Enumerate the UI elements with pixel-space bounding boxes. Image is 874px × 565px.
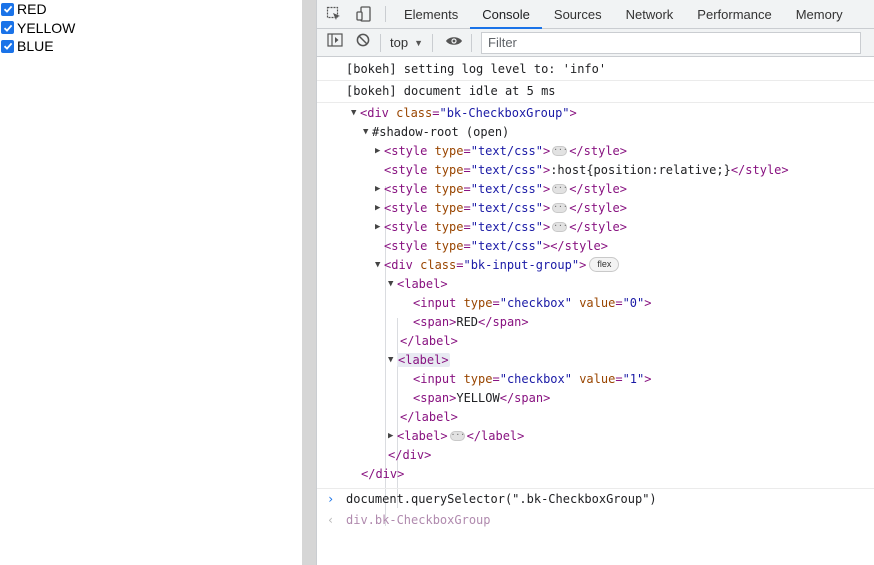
filter-input[interactable] — [481, 31, 861, 54]
checkbox-row-yellow[interactable]: YELLOW — [0, 19, 302, 38]
checkbox-label-blue: BLUE — [17, 38, 54, 55]
checkbox-label-yellow: YELLOW — [17, 19, 76, 36]
inspect-element-icon[interactable] — [319, 0, 349, 28]
eye-icon — [445, 34, 463, 52]
console-command: document.querySelector(".bk-CheckboxGrou… — [346, 492, 657, 506]
span-red-text: RED — [456, 314, 479, 329]
tab-sources-label: Sources — [553, 6, 602, 22]
panel-resize-divider[interactable] — [302, 0, 316, 565]
tree-node-input-yellow[interactable]: <input type = "checkbox" value = "1" > — [413, 369, 651, 388]
tree-node-label-yellow[interactable]: ▼ <label> — [388, 350, 450, 369]
ellipsis-icon[interactable]: ··· — [552, 202, 568, 213]
tree-node-input-group[interactable]: ▼ <div class = "bk-input-group" > flex — [375, 255, 620, 274]
tree-node-label-red[interactable]: ▼ <label> — [388, 274, 448, 293]
tree-node-style[interactable]: ▶ <style type = "text/css" > ··· </style> — [375, 198, 627, 217]
tree-node-label-blue[interactable]: ▶ <label> ··· </label> — [388, 426, 524, 445]
expand-arrow-icon[interactable]: ▶ — [388, 431, 397, 441]
console-sidebar-toggle[interactable] — [321, 29, 349, 57]
ellipsis-icon[interactable]: ··· — [552, 145, 568, 156]
clear-console-icon — [356, 33, 370, 52]
console-message: [bokeh] setting log level to: 'info' — [317, 58, 874, 81]
page-viewport: RED YELLOW BLUE — [0, 0, 302, 565]
toolbar-separator — [432, 33, 433, 52]
execution-context-value: top — [390, 35, 409, 50]
console-output: [bokeh] setting log level to: 'info' [bo… — [317, 58, 874, 565]
toolbar-separator — [380, 33, 381, 52]
tree-node-label-close[interactable]: </label> — [400, 331, 458, 350]
checkbox-yellow[interactable] — [1, 21, 14, 35]
expand-arrow-icon[interactable]: ▼ — [363, 127, 372, 137]
tree-node-shadow-root[interactable]: ▼ #shadow-root (open) — [363, 122, 509, 141]
tab-sources[interactable]: Sources — [542, 0, 614, 28]
expand-arrow-icon[interactable]: ▶ — [375, 222, 384, 232]
chevron-down-icon: ▼ — [414, 37, 423, 48]
expand-arrow-icon[interactable]: ▼ — [388, 355, 397, 365]
expand-arrow-icon[interactable]: ▼ — [351, 108, 360, 118]
tab-elements[interactable]: Elements — [392, 0, 470, 28]
execution-context-select[interactable]: top ▼ — [384, 35, 429, 50]
expand-arrow-icon[interactable]: ▶ — [375, 203, 384, 213]
live-expression-button[interactable] — [440, 29, 468, 57]
tab-performance[interactable]: Performance — [685, 0, 783, 28]
tab-console-label: Console — [482, 6, 530, 22]
checkbox-group: RED YELLOW BLUE — [0, 0, 302, 56]
device-toolbar-icon[interactable] — [349, 0, 379, 28]
tab-elements-label: Elements — [404, 6, 459, 22]
console-toolbar: top ▼ — [317, 29, 874, 57]
tree-node-style-host[interactable]: <style type = "text/css" >:host{position:re… — [384, 160, 789, 179]
tab-console[interactable]: Console — [470, 0, 542, 29]
console-result[interactable]: ‹ div.bk-CheckboxGroup — [317, 510, 874, 529]
tree-node-input-red[interactable]: <input type = "checkbox" value = "0" > — [413, 293, 651, 312]
tree-node-style[interactable]: ▶ <style type = "text/css" > ··· </style> — [375, 141, 627, 160]
checkbox-blue[interactable] — [1, 39, 14, 53]
console-result-value[interactable]: div.bk-CheckboxGroup — [346, 513, 491, 527]
tree-node-label-close[interactable]: </label> — [400, 407, 458, 426]
toolbar-separator — [471, 33, 472, 52]
shadow-root-label: #shadow-root (open) — [372, 124, 510, 139]
span-yellow-text: YELLOW — [456, 390, 500, 405]
console-input-echo: › document.querySelector(".bk-CheckboxGr… — [317, 488, 874, 509]
console-message: [bokeh] document idle at 5 ms — [317, 81, 874, 103]
ellipsis-icon[interactable]: ··· — [552, 221, 568, 232]
tab-network-label: Network — [625, 6, 674, 22]
expand-arrow-icon[interactable]: ▼ — [388, 279, 397, 289]
tab-memory-label: Memory — [795, 6, 843, 22]
tree-node-checkbox-group[interactable]: ▼ <div class = "bk-CheckboxGroup" > — [351, 103, 577, 122]
tree-node-span-yellow[interactable]: <span> YELLOW </span> — [413, 388, 550, 407]
tab-network[interactable]: Network — [614, 0, 686, 28]
tree-node-div-close[interactable]: </div> — [361, 464, 404, 483]
ellipsis-icon[interactable]: ··· — [552, 183, 568, 194]
tab-performance-label: Performance — [697, 6, 772, 22]
tree-node-style[interactable]: ▶ <style type = "text/css" > ··· </style> — [375, 179, 627, 198]
checkbox-row-blue[interactable]: BLUE — [0, 37, 302, 56]
clear-console-button[interactable] — [349, 29, 377, 57]
tab-bar-separator — [385, 6, 386, 22]
tree-node-style-empty[interactable]: <style type = "text/css" ></style> — [384, 236, 608, 255]
expand-arrow-icon[interactable]: ▶ — [375, 184, 384, 194]
tree-node-span-red[interactable]: <span> RED </span> — [413, 312, 529, 331]
expand-arrow-icon[interactable]: ▶ — [375, 146, 384, 156]
flex-badge[interactable]: flex — [589, 257, 620, 272]
devtools-tab-bar: Elements Console Sources Network Perform… — [317, 0, 874, 29]
tree-node-style[interactable]: ▶ <style type = "text/css" > ··· </style> — [375, 217, 627, 236]
ellipsis-icon[interactable]: ··· — [449, 430, 465, 441]
tab-memory[interactable]: Memory — [784, 0, 855, 28]
style-host-text: :host{position:relative;} — [550, 162, 731, 177]
expand-arrow-icon[interactable]: ▼ — [375, 260, 384, 270]
prompt-chevron-icon: › — [327, 492, 335, 506]
checkbox-label-red: RED — [17, 1, 47, 18]
sidebar-toggle-icon — [327, 33, 343, 52]
checkbox-row-red[interactable]: RED — [0, 0, 302, 19]
tree-node-div-close[interactable]: </div> — [388, 445, 431, 464]
result-arrow-icon: ‹ — [327, 512, 335, 527]
checkbox-red[interactable] — [1, 2, 14, 16]
devtools-panel: Elements Console Sources Network Perform… — [317, 0, 874, 565]
